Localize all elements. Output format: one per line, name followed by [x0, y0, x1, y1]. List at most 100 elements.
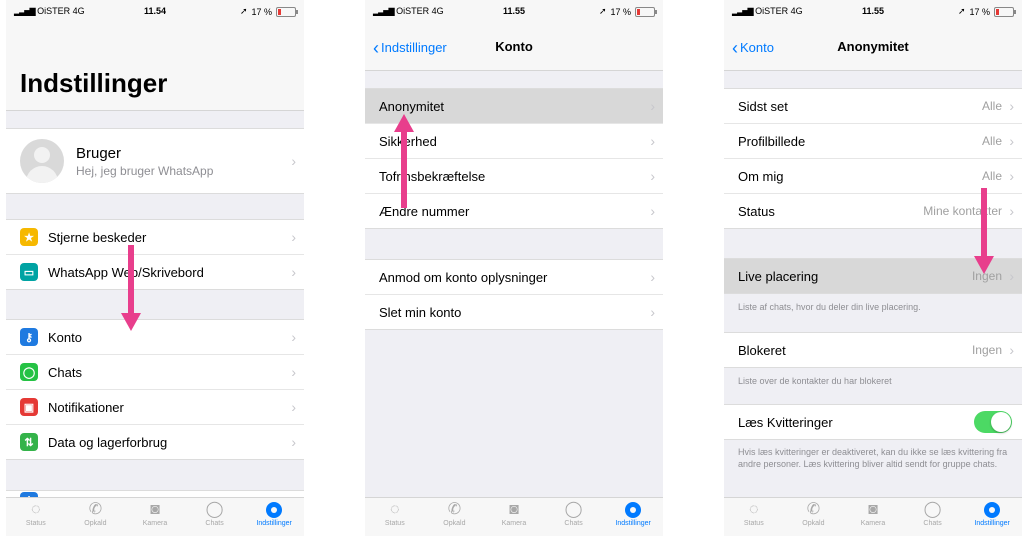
battery-icon [276, 6, 298, 17]
back-button[interactable]: ‹ Indstillinger [373, 38, 447, 59]
row-starred[interactable]: ★ Stjerne beskeder › [6, 220, 304, 255]
live-location-note: Liste af chats, hvor du deler din live p… [738, 302, 921, 312]
row-label: Sidst set [738, 98, 788, 114]
row-value: Ingen [971, 343, 1002, 357]
chevron-right-icon: › [650, 168, 655, 184]
settings-group-2: ⚷ Konto › ◯ Chats › ▣ Notifikationer › ⇅… [6, 319, 304, 460]
battery-icon [635, 6, 657, 17]
account-group-1: Anonymitet › Sikkerhed › Tofrinsbekræftels… [365, 88, 663, 229]
chevron-right-icon: › [1009, 168, 1014, 184]
header: Indstillinger [6, 22, 304, 111]
nav-bar: ‹ Indstillinger Konto [365, 22, 663, 71]
phone-icon: ✆ [806, 501, 821, 518]
back-button[interactable]: ‹ Konto [732, 38, 774, 59]
key-icon: ⚷ [20, 328, 38, 346]
tab-calls[interactable]: ✆ Opkald [66, 498, 126, 536]
phone-icon: ✆ [447, 501, 462, 518]
row-label: Sikkerhed [379, 133, 437, 149]
row-last-seen[interactable]: Sidst set Alle › [724, 89, 1022, 124]
pointer-arrow [121, 245, 141, 331]
camera-icon: ◙ [150, 501, 160, 518]
status-bar: ▂▃▅▇ OiSTER 4G 11.54 ➚ 17 % [6, 0, 304, 22]
location-icon: ➚ [957, 6, 966, 16]
tab-status[interactable]: ◌ Status [724, 498, 784, 536]
tab-chats[interactable]: ◯ Chats [903, 498, 963, 536]
pointer-arrow [974, 188, 994, 274]
tab-settings[interactable]: Indstillinger [603, 498, 663, 536]
row-request-info[interactable]: Anmod om konto oplysninger › [365, 260, 663, 295]
tab-camera[interactable]: ◙ Kamera [484, 498, 544, 536]
location-icon: ➚ [239, 6, 248, 16]
battery-label: 17 % [251, 6, 272, 17]
tab-calls[interactable]: ✆ Opkald [784, 498, 844, 536]
row-delete-account[interactable]: Slet min konto › [365, 295, 663, 329]
row-label: Konto [48, 329, 82, 345]
chevron-left-icon: ‹ [732, 38, 738, 58]
profile-row[interactable]: Bruger Hej, jeg bruger WhatsApp › [6, 129, 304, 193]
tab-bar: ◌ Status ✆ Opkald ◙ Kamera ◯ Chats Indstilli… [365, 497, 663, 536]
tab-settings[interactable]: Indstillinger [244, 498, 304, 536]
row-notifications[interactable]: ▣ Notifikationer › [6, 390, 304, 425]
tab-chats[interactable]: ◯ Chats [185, 498, 245, 536]
row-label: Notifikationer [48, 399, 124, 415]
row-chats[interactable]: ◯ Chats › [6, 355, 304, 390]
chevron-right-icon: › [291, 264, 296, 280]
chevron-right-icon: › [1009, 342, 1014, 358]
chat-icon: ◯ [205, 501, 224, 518]
tab-status[interactable]: ◌ Status [6, 498, 66, 536]
row-konto[interactable]: ⚷ Konto › [6, 320, 304, 355]
chevron-right-icon: › [650, 133, 655, 149]
tab-status[interactable]: ◌ Status [365, 498, 425, 536]
settings-icon [625, 501, 642, 518]
star-icon: ★ [20, 228, 38, 246]
row-change-number[interactable]: Ændre nummer › [365, 194, 663, 228]
row-value: Alle [981, 134, 1002, 148]
tab-camera[interactable]: ◙ Kamera [125, 498, 185, 536]
privacy-group-receipts: Læs Kvitteringer [724, 404, 1022, 440]
row-data[interactable]: ⇅ Data og lagerforbrug › [6, 425, 304, 459]
row-label: Om mig [738, 168, 784, 184]
chevron-right-icon: › [650, 269, 655, 285]
row-about[interactable]: Om mig Alle › [724, 159, 1022, 194]
page-title: Indstillinger [20, 68, 168, 98]
screen-settings: ▂▃▅▇ OiSTER 4G 11.54 ➚ 17 % Indstillinger… [6, 0, 304, 536]
chat-icon: ◯ [923, 501, 942, 518]
tab-bar: ◌ Status ✆ Opkald ◙ Kamera ◯ Chats Indstilli… [6, 497, 304, 536]
status-icon: ◌ [31, 501, 41, 518]
screen-account: ▂▃▅▇ OiSTER 4G 11.55 ➚ 17 % ‹ Indstillinge… [365, 0, 663, 536]
tab-chats[interactable]: ◯ Chats [544, 498, 604, 536]
chevron-right-icon: › [1009, 98, 1014, 114]
row-status[interactable]: Status Mine kontakter › [724, 194, 1022, 228]
avatar [20, 139, 64, 183]
settings-icon [266, 501, 283, 518]
tab-bar: ◌ Status ✆ Opkald ◙ Kamera ◯ Chats Indstilli… [724, 497, 1022, 536]
settings-icon [984, 501, 1001, 518]
row-read-receipts: Læs Kvitteringer [724, 405, 1022, 439]
row-web[interactable]: ▭ WhatsApp Web/Skrivebord › [6, 255, 304, 289]
privacy-group-blocked: Blokeret Ingen › [724, 332, 1022, 368]
tab-camera[interactable]: ◙ Kamera [843, 498, 903, 536]
row-label: Data og lagerforbrug [48, 434, 168, 450]
battery-label: 17 % [610, 6, 631, 17]
tab-settings[interactable]: Indstillinger [962, 498, 1022, 536]
phone-icon: ✆ [88, 501, 103, 518]
row-blocked[interactable]: Blokeret Ingen › [724, 333, 1022, 367]
chevron-right-icon: › [291, 399, 296, 415]
row-label: Stjerne beskeder [48, 229, 147, 245]
row-label: Profilbillede [738, 133, 806, 149]
chevron-right-icon: › [291, 434, 296, 450]
row-label: Tofrinsbekræftelse [379, 168, 486, 184]
battery-icon [994, 6, 1016, 17]
profile-name: Bruger [76, 144, 122, 162]
row-profile-photo[interactable]: Profilbillede Alle › [724, 124, 1022, 159]
chevron-left-icon: ‹ [373, 38, 379, 58]
read-receipts-toggle[interactable] [974, 411, 1012, 433]
row-two-step[interactable]: Tofrinsbekræftelse › [365, 159, 663, 194]
chevron-right-icon: › [650, 98, 655, 114]
chevron-right-icon: › [1009, 133, 1014, 149]
row-label: Live placering [738, 268, 819, 284]
tab-calls[interactable]: ✆ Opkald [425, 498, 485, 536]
row-label: Blokeret [738, 342, 786, 358]
chevron-right-icon: › [1009, 203, 1014, 219]
read-receipts-note: Hvis læs kvitteringer er deaktiveret, ka… [738, 447, 1008, 469]
